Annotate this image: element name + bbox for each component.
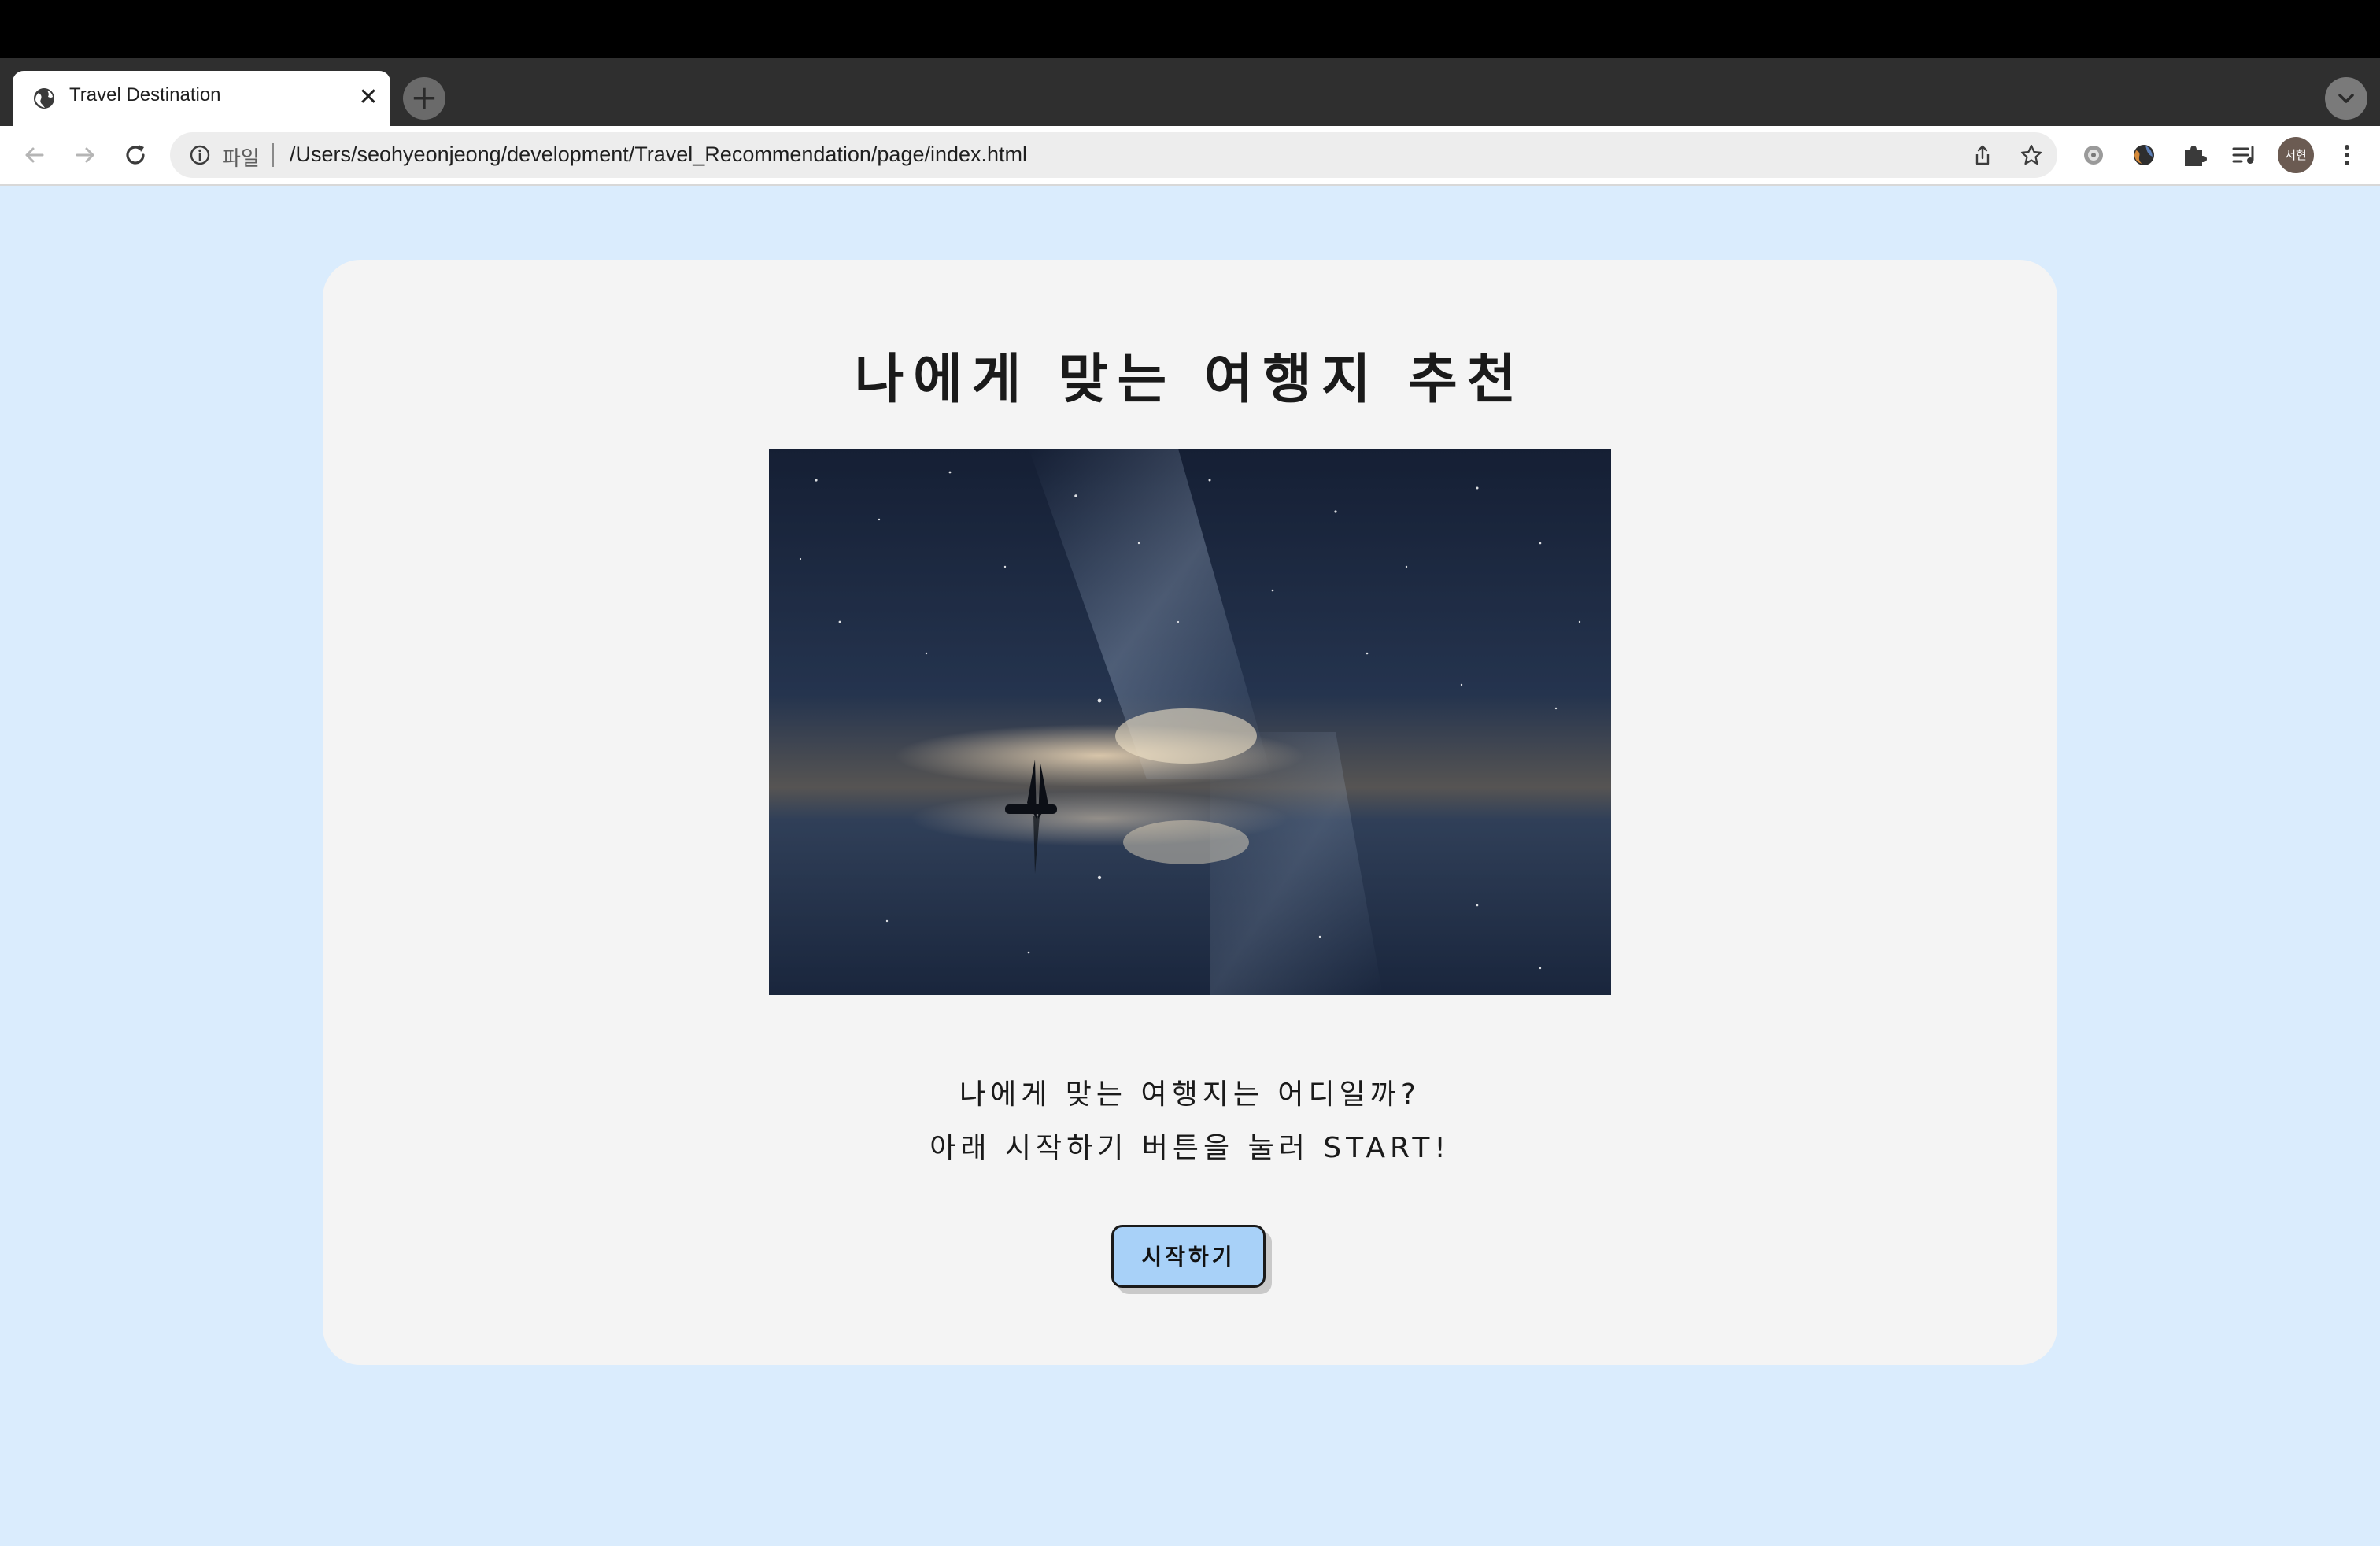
description-line-1: 나에게 맞는 여행지는 어디일까? — [959, 1078, 1421, 1111]
more-menu-icon[interactable] — [2331, 139, 2363, 171]
star-icon[interactable] — [2020, 143, 2043, 167]
address-separator — [272, 143, 274, 167]
tab-search-button[interactable] — [2325, 77, 2367, 120]
gear-extension-icon[interactable] — [2078, 139, 2109, 171]
tab-title: Travel Destination — [69, 84, 221, 105]
profile-avatar[interactable]: 서현 — [2278, 137, 2314, 173]
url-text[interactable]: /Users/seohyeonjeong/development/Travel_… — [290, 142, 1027, 167]
description-text: 나에게 맞는 여행지는 어디일까? 아래 시작하기 버튼을 눌러 START! — [323, 1068, 2057, 1175]
url-scheme-label: 파일 — [222, 146, 260, 170]
reload-icon[interactable] — [120, 139, 151, 171]
globe-icon — [34, 88, 54, 109]
hero-image — [769, 449, 1611, 995]
page-title: 나에게 맞는 여행지 추천 — [854, 349, 1526, 411]
back-arrow-icon[interactable] — [19, 139, 50, 171]
reading-list-icon[interactable] — [2229, 139, 2260, 171]
address-bar[interactable]: 파일 /Users/seohyeonjeong/development/Trav… — [170, 132, 2057, 178]
info-icon[interactable] — [189, 144, 211, 166]
start-button[interactable]: 시작하기 — [1111, 1225, 1266, 1288]
puzzle-icon[interactable] — [2179, 139, 2210, 171]
globe-extension-icon[interactable] — [2128, 139, 2160, 171]
share-icon[interactable] — [1971, 143, 1994, 167]
main-card: 나에게 맞는 여행지 추천 나에게 맞는 여행지는 어디일까? 아래 시작하기 … — [323, 260, 2057, 1365]
new-tab-button[interactable]: + — [403, 77, 445, 120]
forward-arrow-icon[interactable] — [69, 139, 101, 171]
browser-tab[interactable]: Travel Destination ✕ — [13, 71, 390, 126]
description-line-2: 아래 시작하기 버튼을 눌러 START! — [929, 1132, 1451, 1164]
os-menu-bar — [0, 0, 2380, 58]
chevron-down-icon — [2338, 94, 2354, 103]
close-icon[interactable]: ✕ — [354, 83, 382, 112]
